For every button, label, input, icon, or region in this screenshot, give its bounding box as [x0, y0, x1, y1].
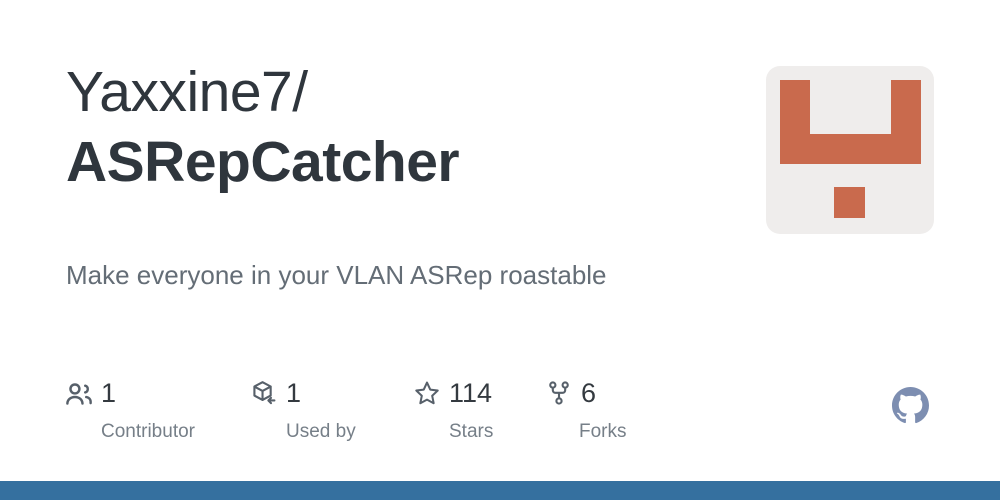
fork-icon: [546, 380, 572, 406]
owner-avatar-icon: [780, 80, 921, 218]
repository-description: Make everyone in your VLAN ASRep roastab…: [66, 260, 607, 290]
repository-heading: Yaxxine7/ ASRepCatcher: [66, 58, 746, 198]
stat-stars-label: Stars: [449, 421, 494, 442]
repository-stats: 1 Contributor 1 Used by 114 Stars 6 Fork…: [66, 376, 666, 448]
stat-contributors-label: Contributor: [101, 421, 195, 442]
package-dependents-icon: [251, 380, 277, 406]
stat-used-by-value: 1: [251, 376, 356, 410]
stat-forks-value: 6: [546, 376, 627, 410]
star-icon: [414, 380, 440, 406]
people-icon: [66, 380, 92, 406]
repository-name[interactable]: ASRepCatcher: [66, 126, 746, 198]
stat-forks[interactable]: 6 Forks: [546, 376, 627, 444]
stat-contributors-value: 1: [66, 376, 195, 410]
language-bar: [0, 481, 1000, 500]
stat-stars-value: 114: [414, 376, 493, 410]
page-title: Yaxxine7/ ASRepCatcher: [66, 58, 746, 198]
avatar: [766, 66, 934, 234]
repository-owner[interactable]: Yaxxine7/: [66, 58, 746, 126]
stat-forks-label: Forks: [579, 421, 627, 442]
stat-contributors[interactable]: 1 Contributor: [66, 376, 195, 444]
stat-stars[interactable]: 114 Stars: [414, 376, 493, 444]
repository-social-preview-card: Yaxxine7/ ASRepCatcher Make everyone in …: [0, 0, 1000, 500]
stat-contributors-count: 1: [101, 378, 117, 408]
stat-used-by[interactable]: 1 Used by: [251, 376, 356, 444]
github-mark-icon: [892, 387, 929, 424]
stat-forks-count: 6: [581, 378, 597, 408]
stat-used-by-label: Used by: [286, 421, 356, 442]
stat-stars-count: 114: [449, 378, 493, 408]
stat-used-by-count: 1: [286, 378, 302, 408]
